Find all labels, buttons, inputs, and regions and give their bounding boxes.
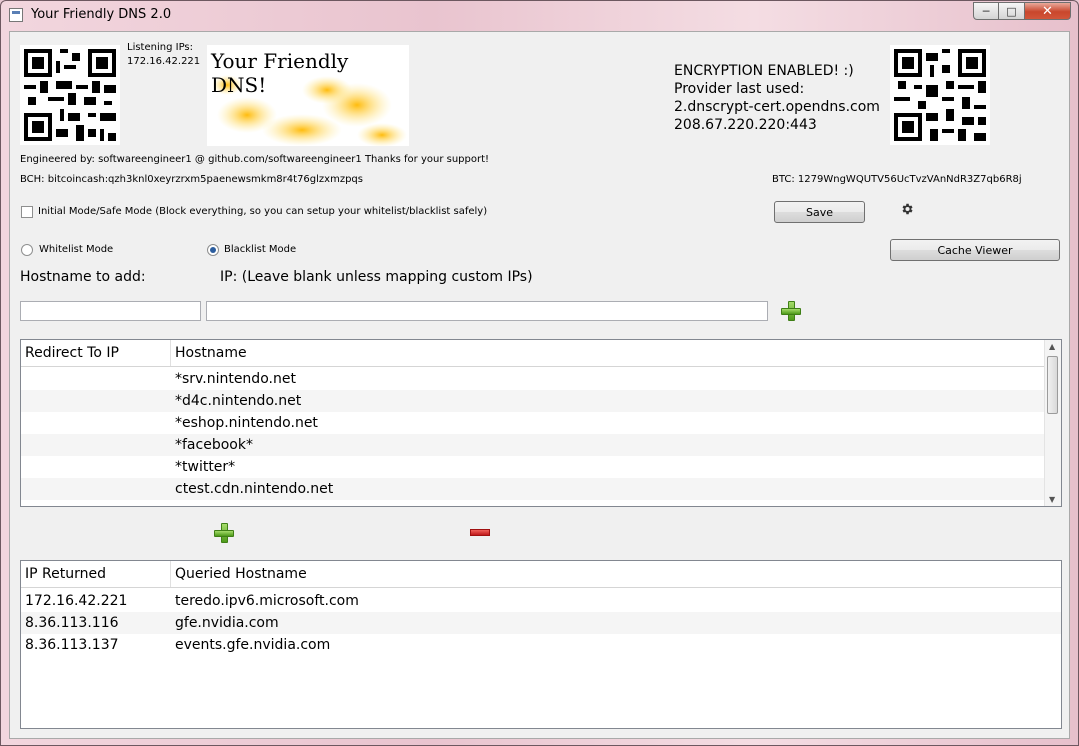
- bch-qr-code: [20, 45, 120, 145]
- title-bar[interactable]: Your Friendly DNS 2.0 ─ □ ✕: [1, 1, 1078, 31]
- encryption-status: ENCRYPTION ENABLED! :) Provider last use…: [674, 62, 880, 134]
- minimize-button[interactable]: ─: [973, 2, 999, 20]
- provider-host: 2.dnscrypt-cert.opendns.com: [674, 99, 880, 115]
- cache-table[interactable]: IP Returned Queried Hostname 172.16.42.2…: [20, 560, 1062, 729]
- window-controls: ─ □ ✕: [973, 2, 1071, 20]
- table-row[interactable]: *twitter*: [21, 456, 1046, 478]
- provider-address: 208.67.220.220:443: [674, 117, 817, 133]
- column-header[interactable]: Queried Hostname: [171, 561, 1061, 587]
- queried-hostname-cell: events.gfe.nvidia.com: [175, 637, 331, 653]
- queried-hostname-cell: gfe.nvidia.com: [175, 615, 279, 631]
- bch-address: BCH: bitcoincash:qzh3knl0xeyrzrxm5paenew…: [20, 174, 363, 185]
- table-row[interactable]: *d4c.nintendo.net: [21, 390, 1046, 412]
- column-header[interactable]: Redirect To IP: [21, 340, 171, 366]
- close-icon: ✕: [1042, 3, 1053, 19]
- hostname-to-add-label: Hostname to add:: [20, 269, 146, 285]
- list-table-header: Redirect To IP Hostname: [21, 340, 1046, 367]
- list-table[interactable]: Redirect To IP Hostname *srv.nintendo.ne…: [20, 339, 1062, 507]
- save-button[interactable]: Save: [774, 201, 865, 223]
- blacklist-mode-radio[interactable]: [207, 244, 219, 256]
- scroll-down-icon[interactable]: ▼: [1049, 495, 1055, 504]
- scroll-up-icon[interactable]: ▲: [1049, 342, 1055, 351]
- listening-ips-label: Listening IPs:: [127, 42, 193, 53]
- table-row[interactable]: *eshop.nintendo.net: [21, 412, 1046, 434]
- app-window: Your Friendly DNS 2.0 ─ □ ✕ Listening IP…: [0, 0, 1079, 746]
- whitelist-mode-radio[interactable]: [21, 244, 33, 256]
- column-header[interactable]: IP Returned: [21, 561, 171, 587]
- add-row-icon[interactable]: [214, 523, 234, 543]
- add-entry-icon[interactable]: [781, 301, 801, 321]
- list-table-scrollbar[interactable]: ▲ ▼: [1044, 340, 1061, 506]
- ip-returned-cell: 8.36.113.137: [25, 637, 119, 653]
- hostname-cell: *facebook*: [175, 437, 253, 453]
- banner-title: Your Friendly DNS!: [211, 49, 349, 97]
- btc-address: BTC: 1279WngWQUTV56UcTvzVAnNdR3Z7qb6R8j: [772, 174, 1022, 185]
- app-icon: [9, 8, 23, 22]
- hostname-cell: *d4c.nintendo.net: [175, 393, 302, 409]
- ip-label: IP: (Leave blank unless mapping custom I…: [220, 269, 533, 285]
- provider-label: Provider last used:: [674, 81, 805, 97]
- hostname-cell: *twitter*: [175, 459, 236, 475]
- table-row[interactable]: 8.36.113.116 gfe.nvidia.com: [21, 612, 1061, 634]
- blacklist-mode-label: Blacklist Mode: [224, 244, 297, 255]
- window-title: Your Friendly DNS 2.0: [31, 7, 172, 22]
- table-row[interactable]: *srv.nintendo.net: [21, 368, 1046, 390]
- close-button[interactable]: ✕: [1025, 2, 1071, 20]
- main-panel: Listening IPs: 172.16.42.221 Your Friend…: [9, 31, 1070, 739]
- engineered-by-text: Engineered by: softwareengineer1 @ githu…: [20, 154, 490, 165]
- encryption-line: ENCRYPTION ENABLED! :): [674, 63, 854, 79]
- column-header[interactable]: Hostname: [171, 340, 1046, 366]
- hostname-cell: *srv.nintendo.net: [175, 371, 296, 387]
- scrollbar-thumb[interactable]: [1047, 356, 1058, 414]
- ip-returned-cell: 8.36.113.116: [25, 615, 119, 631]
- table-row[interactable]: *facebook*: [21, 434, 1046, 456]
- cache-viewer-button[interactable]: Cache Viewer: [890, 239, 1060, 261]
- whitelist-mode-label: Whitelist Mode: [39, 244, 114, 255]
- minimize-icon: ─: [982, 4, 990, 18]
- hostname-cell: ctest.cdn.nintendo.net: [175, 481, 334, 497]
- hostname-input[interactable]: [20, 301, 201, 321]
- ip-returned-cell: 172.16.42.221: [25, 593, 128, 609]
- maximize-icon: □: [1006, 4, 1017, 18]
- app-banner: Your Friendly DNS!: [207, 45, 409, 146]
- listening-ip-value: 172.16.42.221: [127, 56, 201, 67]
- queried-hostname-cell: teredo.ipv6.microsoft.com: [175, 593, 359, 609]
- maximize-button[interactable]: □: [999, 2, 1025, 20]
- safe-mode-checkbox[interactable]: [21, 206, 33, 218]
- btc-qr-code: [890, 45, 990, 145]
- table-row[interactable]: ctest.cdn.nintendo.net: [21, 478, 1046, 500]
- safe-mode-label: Initial Mode/Safe Mode (Block everything…: [38, 206, 488, 217]
- cache-table-header: IP Returned Queried Hostname: [21, 561, 1061, 588]
- table-row[interactable]: 172.16.42.221 teredo.ipv6.microsoft.com: [21, 590, 1061, 612]
- table-row[interactable]: 8.36.113.137 events.gfe.nvidia.com: [21, 634, 1061, 656]
- hostname-cell: *eshop.nintendo.net: [175, 415, 318, 431]
- gear-icon[interactable]: [900, 202, 914, 216]
- remove-row-icon[interactable]: [470, 529, 490, 536]
- ip-input[interactable]: [206, 301, 768, 321]
